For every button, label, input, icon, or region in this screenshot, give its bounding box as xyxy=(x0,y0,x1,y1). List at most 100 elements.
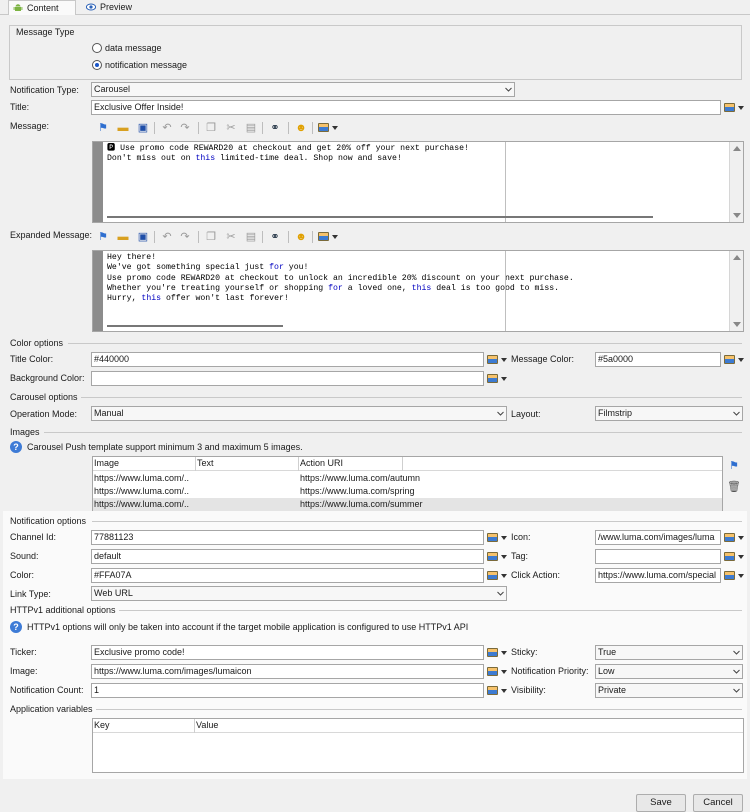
folder-icon[interactable]: ▬ xyxy=(116,121,130,135)
layout-select[interactable]: Filmstrip xyxy=(595,406,743,421)
undo-icon[interactable]: ↶ xyxy=(160,121,174,135)
operation-mode-select[interactable]: Manual xyxy=(91,406,507,421)
copy-icon[interactable]: ❐ xyxy=(204,121,218,135)
message-scrollbar[interactable] xyxy=(729,142,743,222)
column-separator xyxy=(298,457,299,471)
expanded-hscrollbar[interactable] xyxy=(107,325,283,327)
message-text: 🅿 Use promo code REWARD20 at checkout an… xyxy=(107,144,469,165)
notification-count-personalization[interactable] xyxy=(487,684,509,698)
message-hscrollbar[interactable] xyxy=(107,216,653,218)
emoji-icon[interactable]: ☻ xyxy=(294,230,308,244)
tag-personalization[interactable] xyxy=(724,550,746,564)
personalization-icon xyxy=(724,552,735,561)
chevron-down-icon xyxy=(497,411,504,416)
notification-count-input[interactable]: 1 xyxy=(91,683,484,698)
title-personalization-button[interactable] xyxy=(724,101,746,115)
insert-icon[interactable]: ⚑ xyxy=(96,121,110,135)
expanded-message-editor[interactable]: Hey there! We've got something special j… xyxy=(92,250,744,332)
expanded-scrollbar[interactable] xyxy=(729,251,743,331)
tab-content[interactable]: Content xyxy=(8,0,76,16)
chevron-down-icon xyxy=(733,688,740,693)
title-color-input[interactable]: #440000 xyxy=(91,352,484,367)
caret-down-icon xyxy=(501,574,507,578)
title-color-picker[interactable] xyxy=(487,353,509,367)
folder-icon[interactable]: ▬ xyxy=(116,230,130,244)
color-personalization[interactable] xyxy=(487,569,509,583)
column-header-key[interactable]: Key xyxy=(94,719,110,732)
data-message-radio[interactable] xyxy=(92,43,102,53)
httpv1-info-text: HTTPv1 options will only be taken into a… xyxy=(27,622,469,632)
column-header-value[interactable]: Value xyxy=(196,719,218,732)
icon-personalization[interactable] xyxy=(724,531,746,545)
redo-icon[interactable]: ↷ xyxy=(178,230,192,244)
message-color-picker[interactable] xyxy=(724,353,746,367)
find-icon[interactable]: ⚭ xyxy=(268,121,282,135)
cut-icon[interactable]: ✂ xyxy=(224,230,238,244)
carousel-options-title: Carousel options xyxy=(10,392,78,402)
sticky-value: True xyxy=(598,647,617,657)
expanded-personalization-button[interactable] xyxy=(318,230,340,244)
column-header-action-uri[interactable]: Action URI xyxy=(300,457,343,470)
ticker-personalization[interactable] xyxy=(487,646,509,660)
cut-icon[interactable]: ✂ xyxy=(224,121,238,135)
table-row[interactable]: https://www.luma.com/.. https://www.luma… xyxy=(93,485,722,498)
delete-icon[interactable]: 🗑 xyxy=(727,480,741,494)
link-type-select[interactable]: Web URL xyxy=(91,586,507,601)
notification-type-select[interactable]: Carousel xyxy=(91,82,515,97)
editor-gutter xyxy=(93,251,103,331)
click-action-personalization[interactable] xyxy=(724,569,746,583)
icon-input[interactable]: /www.luma.com/images/luma xyxy=(595,530,721,545)
personalization-icon xyxy=(487,667,498,676)
background-color-input[interactable] xyxy=(91,371,484,386)
background-color-picker[interactable] xyxy=(487,372,509,386)
channel-id-input[interactable]: 77881123 xyxy=(91,530,484,545)
tag-input[interactable] xyxy=(595,549,721,564)
save-icon[interactable]: ▣ xyxy=(136,230,150,244)
notification-message-radio[interactable] xyxy=(92,60,102,70)
notification-message-label: notification message xyxy=(105,60,188,70)
column-header-image[interactable]: Image xyxy=(94,457,119,470)
image-personalization[interactable] xyxy=(487,665,509,679)
caret-down-icon xyxy=(501,670,507,674)
color-options-title: Color options xyxy=(10,338,64,348)
table-row[interactable]: https://www.luma.com/.. https://www.luma… xyxy=(93,498,722,511)
priority-select[interactable]: Low xyxy=(595,664,743,679)
redo-icon[interactable]: ↷ xyxy=(178,121,192,135)
insert-icon[interactable]: ⚑ xyxy=(96,230,110,244)
save-icon[interactable]: ▣ xyxy=(136,121,150,135)
color-input[interactable]: #FFA07A xyxy=(91,568,484,583)
icon-label: Icon: xyxy=(511,532,531,542)
sticky-select[interactable]: True xyxy=(595,645,743,660)
emoji-icon[interactable]: ☻ xyxy=(294,121,308,135)
undo-icon[interactable]: ↶ xyxy=(160,230,174,244)
paste-icon[interactable]: ▤ xyxy=(244,121,258,135)
message-editor[interactable]: 🅿 Use promo code REWARD20 at checkout an… xyxy=(92,141,744,223)
cancel-button[interactable]: Cancel xyxy=(693,794,743,812)
message-label: Message: xyxy=(10,121,50,131)
message-color-input[interactable]: #5a0000 xyxy=(595,352,721,367)
title-input[interactable]: Exclusive Offer Inside! xyxy=(91,100,721,115)
paste-icon[interactable]: ▤ xyxy=(244,230,258,244)
tab-preview[interactable]: Preview xyxy=(82,0,142,15)
channel-id-personalization[interactable] xyxy=(487,531,509,545)
copy-icon[interactable]: ❐ xyxy=(204,230,218,244)
image-label: Image: xyxy=(10,666,38,676)
save-button[interactable]: Save xyxy=(636,794,686,812)
column-header-text[interactable]: Text xyxy=(197,457,214,470)
ticker-input[interactable]: Exclusive promo code! xyxy=(91,645,484,660)
personalization-icon xyxy=(487,374,498,383)
visibility-label: Visibility: xyxy=(511,685,546,695)
add-image-icon[interactable]: ⚑ xyxy=(727,459,741,473)
message-line: Don't miss out on this limited-time deal… xyxy=(107,154,402,164)
find-icon[interactable]: ⚭ xyxy=(268,230,282,244)
click-action-input[interactable]: https://www.luma.com/special xyxy=(595,568,721,583)
notification-count-label: Notification Count: xyxy=(10,685,84,695)
sound-personalization[interactable] xyxy=(487,550,509,564)
title-color-label: Title Color: xyxy=(10,354,54,364)
personalization-icon xyxy=(487,355,498,364)
message-personalization-button[interactable] xyxy=(318,121,340,135)
image-input[interactable]: https://www.luma.com/images/lumaicon xyxy=(91,664,484,679)
table-row[interactable]: https://www.luma.com/.. https://www.luma… xyxy=(93,472,722,485)
visibility-select[interactable]: Private xyxy=(595,683,743,698)
sound-input[interactable]: default xyxy=(91,549,484,564)
